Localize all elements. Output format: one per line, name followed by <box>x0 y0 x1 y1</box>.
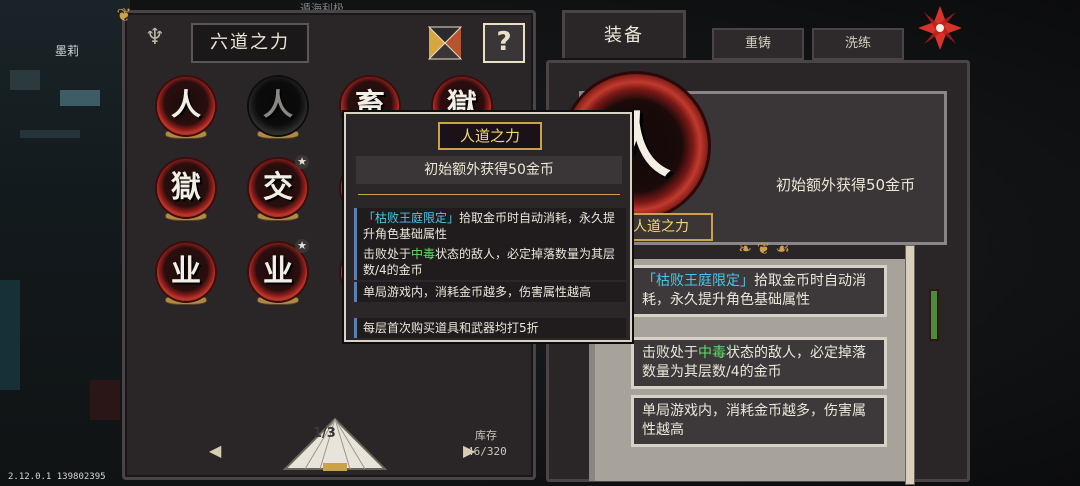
perk-text: 击败处于 <box>642 345 698 361</box>
perk-highlight: 「枯败王庭限定」 <box>363 211 460 225</box>
rune-token[interactable]: 业 ★ <box>247 239 309 305</box>
close-icon[interactable] <box>916 4 964 52</box>
token-glyph: 獄 <box>171 170 201 205</box>
rune-token[interactable]: 业 <box>155 243 217 305</box>
token-glyph: 人 <box>263 88 293 123</box>
map-tile <box>60 90 100 106</box>
help-button[interactable]: ? <box>483 23 525 63</box>
jade-tassel-icon <box>929 289 939 341</box>
incense-icon: ♆ <box>145 25 165 50</box>
perk-tooltip: 人道之力 初始额外获得50金币 「枯败王庭限定」拾取金币时自动消耗，永久提升角色… <box>344 112 632 342</box>
corner-ornament-icon: ❦ <box>116 5 132 26</box>
perk-box: 击败处于中毒状态的敌人，必定掉落数量为其层数/4的金币 <box>631 337 887 389</box>
token-glyph: 人 <box>171 88 201 123</box>
fan-page-icon <box>282 417 388 471</box>
tab-recast[interactable]: 重铸 <box>712 28 804 60</box>
perk-highlight: 中毒 <box>411 247 436 261</box>
page-indicator: 1/3 <box>313 426 336 441</box>
scroll-rod <box>905 245 915 485</box>
rune-token[interactable]: 人 <box>247 77 309 139</box>
tooltip-perk: 每层首次购买道具和武器均打5折 <box>354 318 626 338</box>
background-map <box>0 0 130 486</box>
star-badge-icon: ★ <box>295 155 309 169</box>
scroll-ornament-icon: ❧ ❦ ☙ <box>738 239 790 258</box>
prev-page-arrow-icon[interactable]: ◀ <box>209 441 221 460</box>
perk-scroll: 「枯败王庭限定」拾取金币时自动消耗，永久提升角色基础属性 击败处于中毒状态的敌人… <box>589 259 915 481</box>
rune-token[interactable]: 交 ★ <box>247 155 309 221</box>
map-tile <box>0 280 20 390</box>
tab-equip[interactable]: 装备 <box>562 10 686 58</box>
stock-label: 库存 <box>475 429 497 442</box>
tab-refine[interactable]: 洗练 <box>812 28 904 60</box>
tangram-icon <box>427 26 463 60</box>
tooltip-divider <box>358 188 620 202</box>
rune-token[interactable]: 獄 <box>155 159 217 221</box>
tooltip-perk: 「枯败王庭限定」拾取金币时自动消耗，永久提升角色基础属性 <box>354 208 626 244</box>
tangram-button[interactable] <box>425 23 469 63</box>
panel-title: 六道之力 <box>191 23 309 63</box>
perk-text: 单局游戏内，消耗金币越多，伤害属性越高 <box>642 403 866 438</box>
game-screen: 遁海利极 墨莉 2.12.0.1 139802395 ❦ ♆ 六道之力 ? 人人… <box>0 0 1080 486</box>
star-badge-icon: ★ <box>295 239 309 253</box>
perk-text: 每层首次购买道具和武器均打5折 <box>363 321 539 335</box>
perk-box: 单局游戏内，消耗金币越多，伤害属性越高 <box>631 395 887 447</box>
rune-token[interactable]: 人 <box>155 77 217 139</box>
perk-highlight: 中毒 <box>698 345 726 361</box>
perk-box: 「枯败王庭限定」拾取金币时自动消耗，永久提升角色基础属性 <box>631 265 887 317</box>
tooltip-perk: 击败处于中毒状态的敌人，必定掉落数量为其层数/4的金币 <box>354 244 626 280</box>
version-label: 2.12.0.1 139802395 <box>8 472 106 482</box>
stock-value: 46/320 <box>467 445 507 458</box>
map-tile <box>20 130 80 138</box>
tooltip-perk: 单局游戏内，消耗金币越多，伤害属性越高 <box>354 282 626 302</box>
perk-highlight: 「枯败王庭限定」 <box>642 273 754 289</box>
player-name-tag: 墨莉 <box>55 44 80 58</box>
map-tile <box>90 380 120 420</box>
selected-description: 初始额外获得50金币 <box>776 176 916 194</box>
map-tile <box>10 70 40 90</box>
tooltip-subtitle: 初始额外获得50金币 <box>356 156 622 184</box>
token-glyph: 业 <box>171 254 201 289</box>
perk-text: 单局游戏内，消耗金币越多，伤害属性越高 <box>363 285 592 299</box>
tooltip-title: 人道之力 <box>438 122 542 150</box>
perk-text: 击败处于 <box>363 247 412 261</box>
